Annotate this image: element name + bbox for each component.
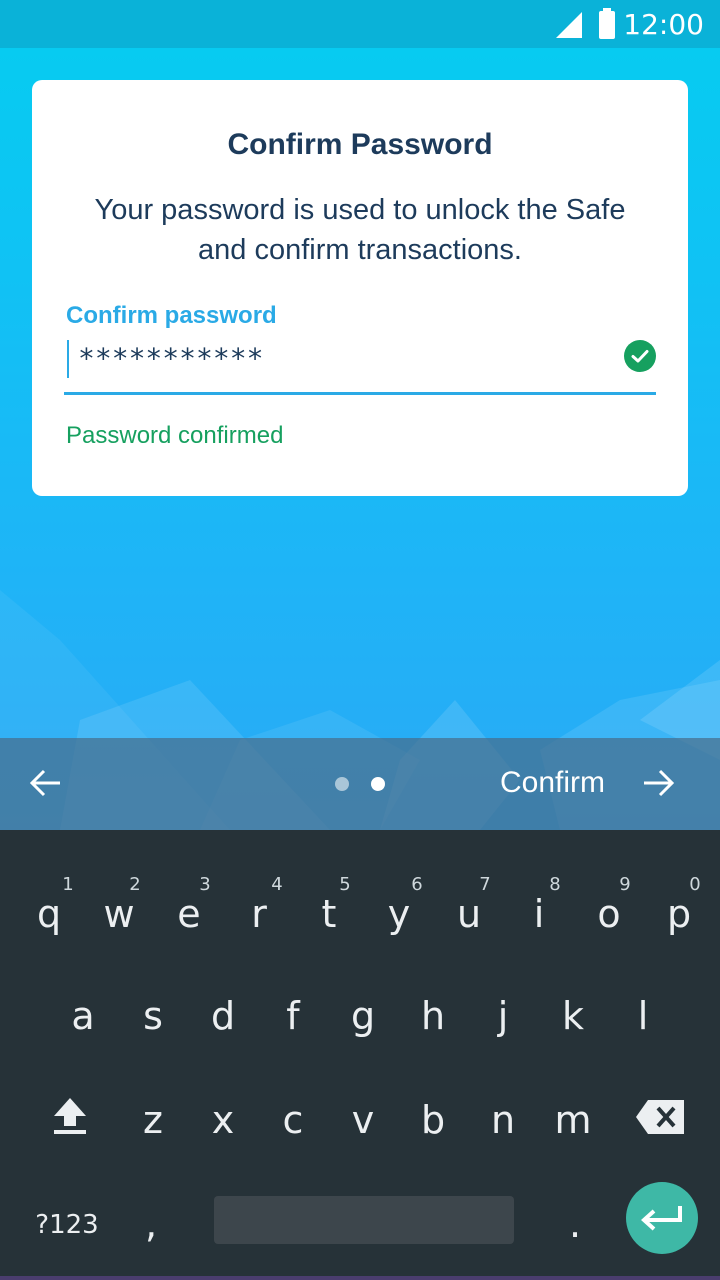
key-x[interactable]: x — [188, 1098, 258, 1142]
confirm-password-label: Confirm password — [66, 302, 277, 329]
key-i[interactable]: i — [504, 892, 574, 936]
key-f[interactable]: f — [258, 994, 328, 1038]
key-period[interactable]: . — [540, 1202, 610, 1246]
key-y[interactable]: y — [364, 892, 434, 936]
key-v[interactable]: v — [328, 1098, 398, 1142]
key-n[interactable]: n — [468, 1098, 538, 1142]
status-time: 12:00 — [623, 8, 704, 41]
text-cursor — [67, 340, 69, 378]
key-w[interactable]: w — [84, 892, 154, 936]
battery-icon — [599, 8, 615, 39]
key-z[interactable]: z — [118, 1098, 188, 1142]
shift-icon[interactable] — [52, 1096, 88, 1136]
page-indicator-1 — [335, 777, 349, 791]
card-description: Your password is used to unlock the Safe… — [94, 194, 626, 266]
key-q[interactable]: q — [14, 892, 84, 936]
key-h[interactable]: h — [398, 994, 468, 1038]
status-bar: 12:00 — [0, 0, 720, 48]
input-underline — [64, 392, 656, 395]
key-k[interactable]: k — [538, 994, 608, 1038]
key-d[interactable]: d — [188, 994, 258, 1038]
page-indicator-2 — [371, 777, 385, 791]
keyboard: 1 2 3 4 5 6 7 8 9 0 q w e r t y u i o p … — [0, 830, 720, 1280]
key-m[interactable]: m — [538, 1098, 608, 1142]
symbols-key[interactable]: ?123 — [32, 1210, 102, 1240]
confirm-password-input[interactable]: *********** — [78, 342, 263, 375]
confirm-password-card: Confirm Password Your password is used t… — [32, 80, 688, 496]
spacebar[interactable] — [214, 1196, 514, 1244]
backspace-icon[interactable] — [636, 1098, 686, 1136]
key-t[interactable]: t — [294, 892, 364, 936]
check-circle-icon — [624, 340, 656, 372]
bottom-edge — [0, 1276, 720, 1280]
signal-icon — [556, 12, 582, 38]
key-j[interactable]: j — [468, 994, 538, 1038]
key-e[interactable]: e — [154, 892, 224, 936]
key-b[interactable]: b — [398, 1098, 468, 1142]
enter-key[interactable] — [626, 1182, 698, 1254]
key-l[interactable]: l — [608, 994, 678, 1038]
key-r[interactable]: r — [224, 892, 294, 936]
password-status-text: Password confirmed — [66, 422, 284, 449]
key-s[interactable]: s — [118, 994, 188, 1038]
key-o[interactable]: o — [574, 892, 644, 936]
arrow-left-icon[interactable] — [28, 765, 64, 801]
key-g[interactable]: g — [328, 994, 398, 1038]
key-a[interactable]: a — [48, 994, 118, 1038]
key-comma[interactable]: , — [116, 1202, 186, 1246]
key-p[interactable]: p — [644, 892, 714, 936]
key-u[interactable]: u — [434, 892, 504, 936]
navigation-bar: Confirm — [0, 738, 720, 830]
enter-icon — [641, 1206, 682, 1231]
key-c[interactable]: c — [258, 1098, 328, 1142]
confirm-button[interactable]: Confirm — [500, 766, 605, 800]
arrow-right-icon[interactable] — [640, 765, 676, 801]
card-title: Confirm Password — [227, 128, 493, 161]
